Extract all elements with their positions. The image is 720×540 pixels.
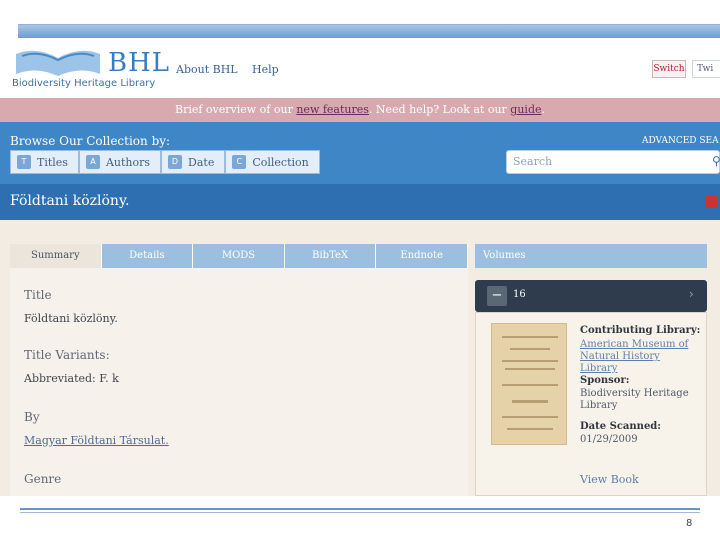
authors-icon: A — [85, 155, 100, 169]
logo-subtitle: Biodiversity Heritage Library — [12, 78, 156, 89]
switch-button[interactable]: Switch — [652, 60, 686, 78]
collapse-icon[interactable]: − — [487, 286, 507, 306]
new-features-link[interactable]: new features — [296, 103, 369, 116]
scanned-value: 01/29/2009 — [580, 434, 638, 445]
collection-icon: C — [232, 155, 247, 169]
tab-mods[interactable]: MODS — [193, 244, 285, 268]
tab-endnote[interactable]: Endnote — [376, 244, 468, 268]
notice-text-mid: . Need help? Look at our — [368, 103, 511, 116]
book-logo-icon — [16, 50, 100, 76]
title-label: Title — [24, 288, 52, 302]
browse-collection-label: Collection — [252, 155, 309, 169]
detail-tabs: Summary Details MODS BibTeX Endnote — [10, 244, 468, 268]
chevron-right-icon[interactable]: › — [689, 287, 694, 301]
by-label: By — [24, 410, 40, 424]
notice-text-end: . — [541, 103, 546, 116]
browse-titles-label: Titles — [37, 155, 68, 169]
volume-selector[interactable]: − 16 › — [475, 280, 707, 312]
search-input[interactable]: Search — [506, 150, 720, 174]
browser-screenshot: BHL Biodiversity Heritage Library About … — [0, 38, 720, 496]
sponsor-value: Biodiversity Heritage Library — [580, 388, 689, 411]
browse-authors-button[interactable]: A Authors — [78, 150, 162, 174]
browse-bar: Browse Our Collection by: T Titles A Autho… — [0, 122, 720, 184]
browse-authors-label: Authors — [105, 155, 151, 169]
contributing-label: Contributing Library: — [580, 325, 701, 336]
volume-details: Contributing Library: American Museum of… — [475, 312, 707, 496]
titles-icon: T — [17, 155, 31, 169]
browse-titles-button[interactable]: T Titles — [10, 150, 79, 174]
search-icon[interactable]: ⚲ — [712, 154, 720, 168]
calendar-icon: D — [168, 155, 183, 169]
browse-date-button[interactable]: D Date — [161, 150, 226, 174]
author-link[interactable]: Magyar Földtani Társulat. — [24, 434, 169, 447]
summary-panel: Summary Details MODS BibTeX Endnote Titl… — [10, 244, 468, 496]
browse-tabs: T Titles A Authors D Date C Collection — [10, 150, 320, 174]
variants-value: Abbreviated: F. k — [24, 372, 119, 385]
nav-about[interactable]: About BHL — [176, 63, 238, 76]
site-header: BHL Biodiversity Heritage Library About … — [0, 38, 720, 98]
logo-text[interactable]: BHL — [108, 48, 170, 78]
tab-summary[interactable]: Summary — [10, 244, 102, 268]
browse-date-label: Date — [188, 155, 215, 169]
variants-label: Title Variants: — [24, 348, 110, 362]
nav-help[interactable]: Help — [252, 63, 279, 76]
title-value: Földtani közlöny. — [24, 312, 118, 325]
slide-top-bar — [18, 24, 720, 38]
volume-number: 16 — [513, 289, 526, 300]
guide-link[interactable]: guide — [510, 103, 541, 116]
notice-banner: Brief overview of our new features. Need… — [0, 98, 720, 122]
volumes-panel: Volumes − 16 › Contributing Library: Ame… — [475, 244, 707, 496]
title-bar: Földtani közlöny. — [0, 184, 720, 220]
sponsor-label: Sponsor: — [580, 375, 630, 386]
browse-label: Browse Our Collection by: — [10, 134, 171, 148]
genre-label: Genre — [24, 472, 62, 486]
main-content: Summary Details MODS BibTeX Endnote Titl… — [0, 220, 720, 496]
footer-rule-thin — [20, 512, 700, 513]
rss-icon[interactable] — [706, 196, 718, 208]
browse-collection-button[interactable]: C Collection — [225, 150, 320, 174]
volumes-header: Volumes — [475, 244, 707, 268]
notice-text: Brief overview of our — [174, 103, 297, 116]
tab-bibtex[interactable]: BibTeX — [284, 244, 377, 268]
page-title: Földtani közlöny. — [10, 193, 130, 209]
footer-rule — [20, 508, 700, 510]
contributing-link[interactable]: American Museum of Natural History Libra… — [580, 339, 700, 375]
twitter-button[interactable]: Twi — [692, 60, 720, 78]
slide-page-number: 8 — [686, 518, 693, 529]
scanned-label: Date Scanned: — [580, 421, 661, 432]
view-book-link[interactable]: View Book — [580, 473, 639, 486]
advanced-search-link[interactable]: ADVANCED SEA — [642, 136, 719, 146]
tab-details[interactable]: Details — [101, 244, 194, 268]
book-cover-thumbnail[interactable] — [491, 323, 567, 445]
